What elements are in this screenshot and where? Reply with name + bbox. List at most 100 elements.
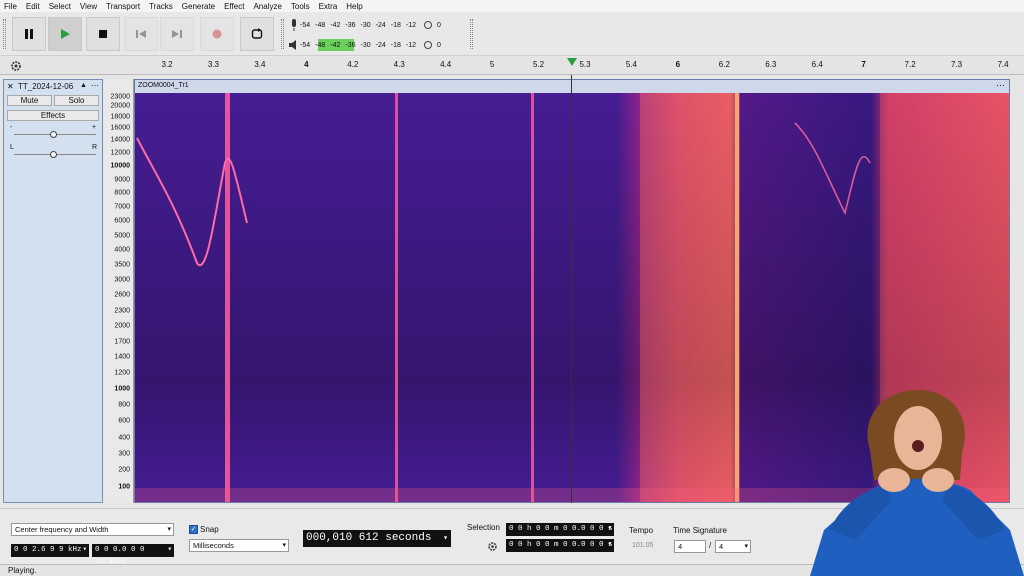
playback-meter[interactable]: -54 -48 -42 -36 -30 -24 -18 -12 0 bbox=[288, 36, 460, 54]
toolbar-grip[interactable] bbox=[470, 19, 473, 49]
toolbar-grip[interactable] bbox=[281, 19, 284, 49]
gain-slider[interactable] bbox=[14, 131, 96, 138]
loop-button[interactable] bbox=[240, 17, 274, 51]
ruler-tick-label: 6 bbox=[675, 60, 681, 69]
stop-button[interactable] bbox=[86, 17, 120, 51]
skip-end-icon bbox=[172, 30, 182, 38]
menu-item-view[interactable]: View bbox=[80, 2, 97, 11]
menu-item-analyze[interactable]: Analyze bbox=[253, 2, 281, 11]
meter-scale-label: -12 bbox=[405, 21, 416, 29]
time-signature-separator: / bbox=[709, 541, 712, 550]
menu-item-help[interactable]: Help bbox=[346, 2, 362, 11]
frequency-label: 2000 bbox=[114, 322, 130, 330]
ruler-tick-label: 4.2 bbox=[347, 60, 359, 69]
timeline-ruler[interactable]: 3.2 3.3 3.4 4 4.2 4.3 4.4 5 5.2 5.3 5.4 6 6.2 6.3 6.4 7… bbox=[0, 57, 1024, 75]
toolbar: -54 -48 -42 -36 -30 -24 -18 -12 0 -54 -48 -42 -36 -3… bbox=[0, 12, 1024, 56]
play-button[interactable] bbox=[48, 17, 82, 51]
meter-clip-indicator-icon[interactable] bbox=[424, 41, 432, 49]
menu-item-tracks[interactable]: Tracks bbox=[149, 2, 173, 11]
sign-language-interpreter-image bbox=[810, 390, 1024, 576]
menu-item-file[interactable]: File bbox=[4, 2, 17, 11]
frequency-axis[interactable]: 23000 20000 18000 16000 14000 12000 10000 9000 8… bbox=[104, 79, 134, 503]
skip-end-button[interactable] bbox=[160, 17, 194, 51]
pan-slider-knob[interactable] bbox=[50, 151, 57, 158]
menu-item-effect[interactable]: Effect bbox=[224, 2, 244, 11]
microphone-icon bbox=[292, 19, 296, 31]
spectral-selection-mode-dropdown[interactable]: Center frequency and Width ▾ bbox=[11, 523, 174, 536]
gain-slider-knob[interactable] bbox=[50, 131, 57, 138]
menu-item-transport[interactable]: Transport bbox=[106, 2, 140, 11]
frequency-label: 600 bbox=[118, 417, 130, 425]
time-signature-numerator[interactable]: 4 bbox=[674, 540, 706, 553]
ruler-tick-label: 7.3 bbox=[950, 60, 963, 69]
gear-icon[interactable] bbox=[487, 541, 498, 552]
status-text: Playing. bbox=[8, 566, 37, 575]
menu-item-select[interactable]: Select bbox=[49, 2, 71, 11]
center-frequency-field[interactable]: 0 0 2.6 9 9 kHz ▾ bbox=[11, 544, 89, 557]
mute-button[interactable]: Mute bbox=[7, 95, 52, 106]
pan-slider[interactable] bbox=[14, 151, 96, 158]
ruler-tick-label: 3.2 bbox=[161, 60, 173, 69]
time-signature-denominator[interactable]: 4 ▾ bbox=[715, 540, 751, 553]
menu-item-tools[interactable]: Tools bbox=[291, 2, 310, 11]
menu-item-edit[interactable]: Edit bbox=[26, 2, 40, 11]
selection-end-field[interactable]: 0 0 h 0 0 m 0 0.0 0 0 s ▾ bbox=[506, 539, 614, 552]
selection-start-field[interactable]: 0 0 h 0 0 m 0 0.0 0 0 s ▾ bbox=[506, 523, 614, 536]
frequency-label: 800 bbox=[118, 401, 130, 409]
tempo-value: 101.05 bbox=[632, 542, 654, 549]
tempo-label: Tempo bbox=[629, 526, 654, 535]
selection-label: Selection bbox=[467, 523, 500, 532]
frequency-label: 2600 bbox=[114, 291, 130, 299]
meter-scale-label: 0 bbox=[437, 41, 441, 49]
playhead-marker[interactable] bbox=[567, 58, 577, 66]
meter-scale-label: -18 bbox=[390, 21, 401, 29]
audacity-window: File Edit Select View Transport Tracks Generat… bbox=[0, 0, 1024, 576]
collapse-icon[interactable]: ▲ bbox=[80, 82, 87, 89]
ruler-tick-label: 5.3 bbox=[579, 60, 591, 69]
meter-scale-label: -24 bbox=[375, 21, 386, 29]
gain-plus-label: + bbox=[92, 124, 97, 131]
spectrogram-click bbox=[531, 93, 534, 502]
meter-scale-label: -42 bbox=[330, 41, 341, 49]
bandwidth-field[interactable]: 0 0 0.0 0 0 octaves ▾ bbox=[92, 544, 174, 566]
menu-item-generate[interactable]: Generate bbox=[182, 2, 215, 11]
meter-scale-label: -54 bbox=[300, 21, 311, 29]
skip-start-button[interactable] bbox=[124, 17, 158, 51]
record-button[interactable] bbox=[200, 17, 234, 51]
track-control-panel: ✕ TT_2024-12-06 ▲ ⋯ Mute Solo Effects - … bbox=[3, 79, 103, 503]
ruler-tick-label: 6.3 bbox=[765, 60, 777, 69]
ruler-tick-label: 6.4 bbox=[811, 60, 823, 69]
snap-unit-dropdown[interactable]: Milliseconds ▾ bbox=[189, 539, 289, 552]
frequency-label: 10000 bbox=[110, 162, 130, 170]
effects-button[interactable]: Effects bbox=[7, 110, 99, 121]
frequency-label: 23000 bbox=[110, 93, 130, 101]
gear-icon[interactable] bbox=[10, 60, 22, 72]
snap-checkbox[interactable]: ✓ bbox=[189, 525, 198, 534]
spectrogram-click bbox=[735, 93, 739, 502]
solo-button[interactable]: Solo bbox=[54, 95, 99, 106]
frequency-label: 9000 bbox=[114, 176, 130, 184]
time-display[interactable]: 000,010 612 seconds ▾ bbox=[303, 530, 451, 547]
chevron-down-icon: ▾ bbox=[282, 542, 286, 549]
frequency-label: 3000 bbox=[114, 276, 130, 284]
frequency-label: 1700 bbox=[114, 338, 130, 346]
toolbar-grip[interactable] bbox=[3, 19, 6, 49]
meter-scale-label: -30 bbox=[360, 41, 371, 49]
frequency-label: 8000 bbox=[114, 189, 130, 197]
stop-icon bbox=[99, 30, 107, 38]
frequency-label: 18000 bbox=[110, 113, 130, 121]
meter-clip-indicator-icon[interactable] bbox=[424, 21, 432, 29]
menu-item-extra[interactable]: Extra bbox=[319, 2, 338, 11]
track-menu-icon[interactable]: ⋯ bbox=[91, 81, 99, 90]
pause-button[interactable] bbox=[12, 17, 46, 51]
ruler-tick-label: 5.4 bbox=[625, 60, 637, 69]
tempo-field[interactable]: 101.05 bbox=[629, 540, 669, 552]
track-name[interactable]: TT_2024-12-06 bbox=[18, 82, 73, 91]
frequency-label: 300 bbox=[118, 450, 130, 458]
ruler-tick-label: 7.4 bbox=[997, 60, 1009, 69]
clip-header[interactable]: ZOOM0004_Tr1 ⋯ bbox=[135, 80, 1009, 93]
record-meter[interactable]: -54 -48 -42 -36 -30 -24 -18 -12 0 bbox=[288, 16, 460, 34]
clip-menu-icon[interactable]: ⋯ bbox=[996, 80, 1005, 91]
meter-scale-label: -42 bbox=[330, 21, 341, 29]
close-track-icon[interactable]: ✕ bbox=[7, 82, 14, 91]
